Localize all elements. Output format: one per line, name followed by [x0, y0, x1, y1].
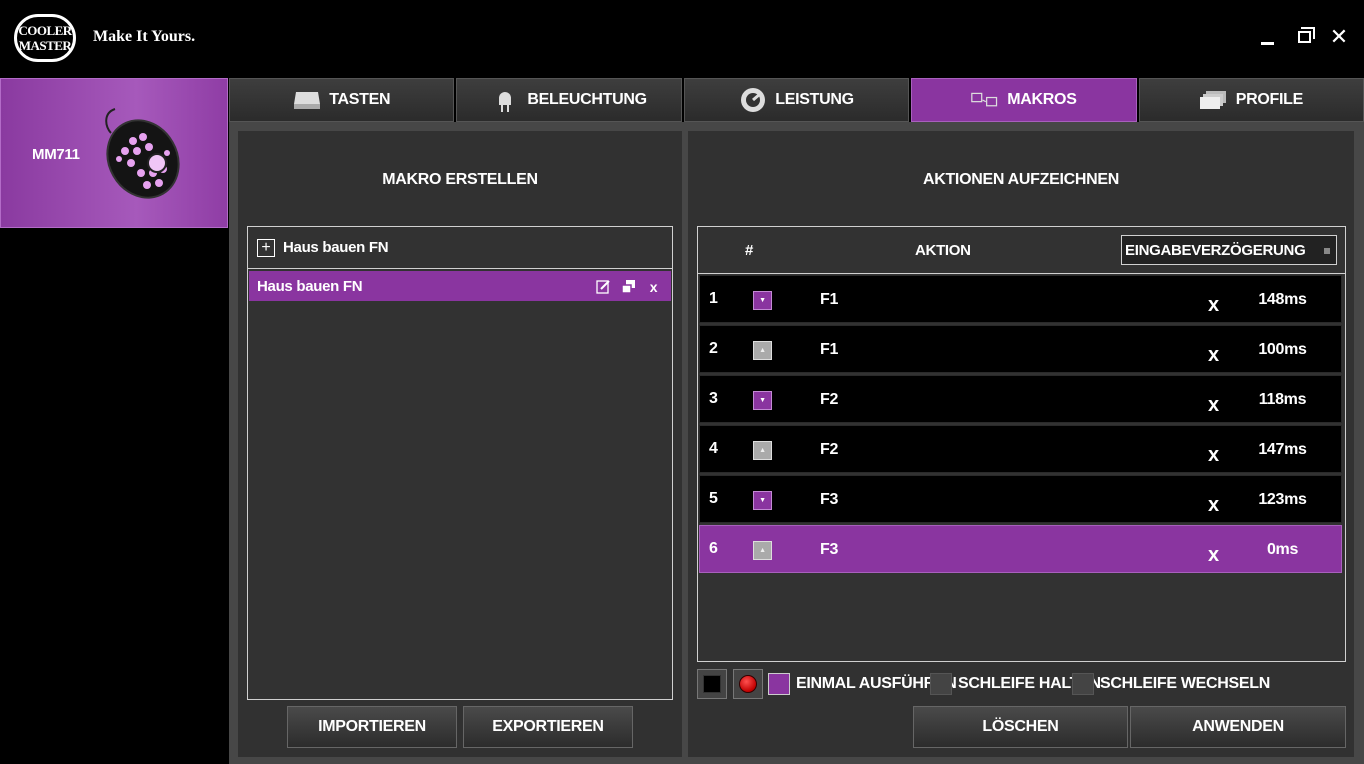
- actions-table: # AKTION EINGABEVERZÖGERUNG 1 ▼ F1 x 148ms 2 ▲…: [697, 226, 1346, 662]
- key-up-icon[interactable]: ▲: [753, 341, 772, 360]
- macro-group-header: + Haus bauen FN: [248, 227, 672, 269]
- delete-action-button[interactable]: x: [1208, 344, 1219, 367]
- macro-item-actions: x: [596, 279, 661, 295]
- tab-makros[interactable]: MAKROS: [911, 78, 1137, 122]
- record-actions-title: AKTIONEN AUFZEICHNEN: [922, 171, 1120, 188]
- column-number: #: [745, 242, 754, 259]
- edit-icon[interactable]: [596, 279, 611, 294]
- action-key: F1: [820, 291, 839, 308]
- delete-macro-icon[interactable]: x: [646, 279, 661, 295]
- close-button[interactable]: ✕: [1328, 24, 1350, 49]
- keycap-icon: [293, 88, 321, 112]
- playback-option[interactable]: EINMAL AUSFÜHREN: [768, 673, 957, 695]
- tab-profile[interactable]: PROFILE: [1138, 78, 1364, 122]
- add-macro-button[interactable]: +: [257, 238, 275, 257]
- option-checkbox[interactable]: [930, 673, 952, 695]
- delete-action-button[interactable]: x: [1208, 294, 1219, 317]
- macro-item-label: Haus bauen FN: [257, 277, 363, 295]
- action-delay[interactable]: 123ms: [1240, 491, 1325, 509]
- import-button[interactable]: IMPORTIEREN: [287, 706, 457, 748]
- maximize-button[interactable]: [1293, 26, 1315, 48]
- stop-button[interactable]: [697, 669, 727, 699]
- playback-option[interactable]: SCHLEIFE WECHSELN: [1072, 673, 1270, 695]
- option-label: SCHLEIFE WECHSELN: [1100, 675, 1271, 692]
- tab-label: PROFILE: [1235, 91, 1304, 108]
- main-tabs: TASTEN BELEUCHTUNG LEISTUNG MAKROS PROFI…: [229, 78, 1364, 122]
- apply-button[interactable]: ANWENDEN: [1130, 706, 1346, 748]
- key-down-icon[interactable]: ▼: [753, 391, 772, 410]
- device-name: MM711: [32, 146, 80, 163]
- action-row[interactable]: 3 ▼ F2 x 118ms: [699, 375, 1342, 423]
- column-action: AKTION: [915, 242, 971, 259]
- action-delay[interactable]: 0ms: [1240, 541, 1325, 559]
- action-row[interactable]: 4 ▲ F2 x 147ms: [699, 425, 1342, 473]
- action-row[interactable]: 5 ▼ F3 x 123ms: [699, 475, 1342, 523]
- tab-label: BELEUCHTUNG: [527, 91, 647, 108]
- minimize-button[interactable]: [1256, 26, 1278, 48]
- action-row[interactable]: 6 ▲ F3 x 0ms: [699, 525, 1342, 573]
- action-key: F2: [820, 391, 839, 408]
- profiles-icon: [1199, 88, 1228, 112]
- key-down-icon[interactable]: ▼: [753, 291, 772, 310]
- action-key: F2: [820, 441, 839, 458]
- duplicate-icon[interactable]: [621, 279, 636, 294]
- action-delay[interactable]: 100ms: [1240, 341, 1325, 359]
- option-checkbox[interactable]: [768, 673, 790, 695]
- tab-label: MAKROS: [1007, 91, 1077, 108]
- tagline: Make It Yours.: [93, 28, 196, 45]
- key-up-icon[interactable]: ▲: [753, 441, 772, 460]
- delete-action-button[interactable]: x: [1208, 494, 1219, 517]
- action-number: 2: [709, 340, 718, 357]
- macro-list: + Haus bauen FN Haus bauen FN x: [247, 226, 673, 700]
- macro-group-label: Haus bauen FN: [283, 239, 389, 256]
- option-checkbox[interactable]: [1072, 673, 1094, 695]
- action-number: 3: [709, 390, 718, 407]
- action-delay[interactable]: 118ms: [1240, 391, 1325, 409]
- tab-label: LEISTUNG: [775, 91, 854, 108]
- delete-action-button[interactable]: x: [1208, 444, 1219, 467]
- mouse-image: [105, 108, 180, 199]
- device-card-mm711[interactable]: MM711: [0, 78, 228, 228]
- export-button[interactable]: EXPORTIEREN: [463, 706, 633, 748]
- light-bulb-icon: [491, 88, 519, 112]
- logo-line-2: MASTER: [18, 38, 72, 53]
- action-key: F3: [820, 541, 839, 558]
- action-number: 1: [709, 290, 718, 307]
- action-number: 5: [709, 490, 718, 507]
- tab-label: TASTEN: [329, 91, 391, 108]
- action-number: 6: [709, 540, 718, 557]
- action-key: F3: [820, 491, 839, 508]
- input-delay-dropdown[interactable]: EINGABEVERZÖGERUNG: [1121, 235, 1337, 265]
- clear-button[interactable]: LÖSCHEN: [913, 706, 1128, 748]
- record-icon: [739, 675, 757, 693]
- cooler-master-logo: COOLER MASTER: [14, 14, 76, 62]
- action-row[interactable]: 2 ▲ F1 x 100ms: [699, 325, 1342, 373]
- macro-keys-icon: [971, 88, 999, 112]
- tab-beleuchtung[interactable]: BELEUCHTUNG: [456, 78, 682, 122]
- delete-action-button[interactable]: x: [1208, 394, 1219, 417]
- action-row[interactable]: 1 ▼ F1 x 148ms: [699, 275, 1342, 323]
- delete-action-button[interactable]: x: [1208, 544, 1219, 567]
- gauge-icon: [739, 88, 767, 112]
- macro-list-item[interactable]: Haus bauen FN x: [249, 271, 671, 301]
- logo-line-1: COOLER: [18, 23, 72, 38]
- create-macro-title: MAKRO ERSTELLEN: [382, 171, 538, 188]
- maximize-icon: [1297, 27, 1315, 43]
- action-number: 4: [709, 440, 718, 457]
- action-delay[interactable]: 147ms: [1240, 441, 1325, 459]
- record-button[interactable]: [733, 669, 763, 699]
- action-key: F1: [820, 341, 839, 358]
- key-up-icon[interactable]: ▲: [753, 541, 772, 560]
- actions-table-header: # AKTION EINGABEVERZÖGERUNG: [698, 227, 1345, 274]
- key-down-icon[interactable]: ▼: [753, 491, 772, 510]
- stop-icon: [703, 675, 721, 693]
- tab-tasten[interactable]: TASTEN: [229, 78, 455, 122]
- tab-leistung[interactable]: LEISTUNG: [683, 78, 910, 122]
- action-delay[interactable]: 148ms: [1240, 291, 1325, 309]
